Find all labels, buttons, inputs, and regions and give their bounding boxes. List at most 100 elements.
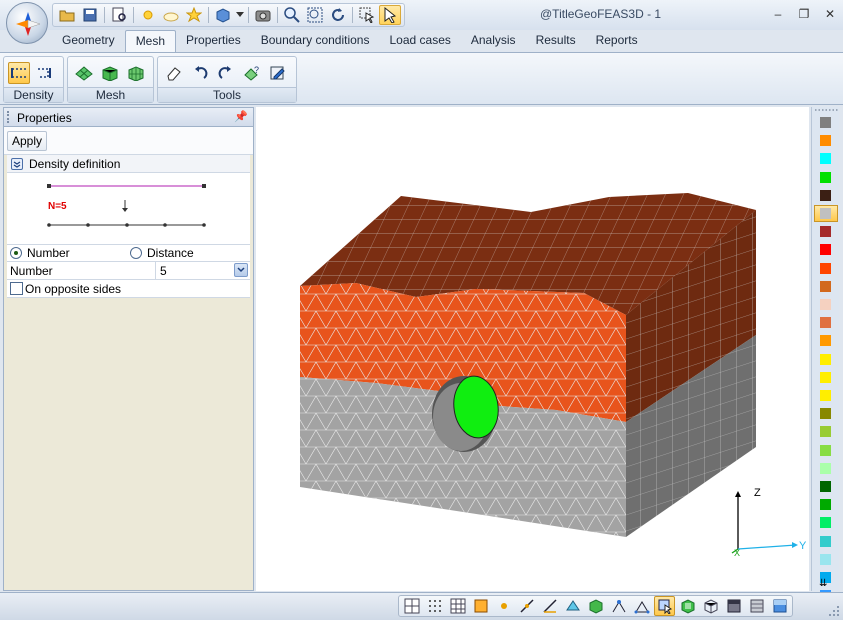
chevron-down-icon[interactable] bbox=[235, 5, 245, 25]
palette-color-swatch[interactable] bbox=[820, 153, 831, 165]
tab-boundary-conditions[interactable]: Boundary conditions bbox=[251, 30, 380, 52]
rotate-icon[interactable] bbox=[327, 5, 349, 25]
ribbon: Density Mesh ? Tools bbox=[0, 52, 843, 105]
palette-color-swatch[interactable] bbox=[820, 171, 831, 183]
application-menu-button[interactable] bbox=[6, 2, 48, 44]
view-cube-icon[interactable] bbox=[212, 5, 234, 25]
palette-color-swatch[interactable] bbox=[820, 299, 831, 310]
palette-color-swatch[interactable] bbox=[820, 280, 831, 292]
view-front-icon[interactable] bbox=[723, 596, 744, 616]
palette-color-swatch[interactable] bbox=[820, 481, 831, 492]
density-edge-icon[interactable] bbox=[34, 62, 56, 84]
snap-solid-icon[interactable] bbox=[585, 596, 606, 616]
zoom-icon[interactable] bbox=[281, 5, 303, 25]
palette-color-swatch[interactable] bbox=[820, 444, 831, 456]
number-select[interactable]: 5 bbox=[155, 262, 249, 279]
palette-color-swatch[interactable] bbox=[820, 371, 831, 383]
3d-viewport[interactable]: Z Y X bbox=[256, 107, 809, 591]
palette-color-swatch[interactable] bbox=[820, 426, 831, 438]
snap-face-icon[interactable] bbox=[562, 596, 583, 616]
drag-grip-icon[interactable] bbox=[7, 111, 10, 123]
mesh-refine-icon[interactable] bbox=[125, 62, 147, 84]
palette-color-swatch[interactable] bbox=[820, 462, 831, 474]
palette-color-swatch[interactable] bbox=[820, 244, 831, 256]
select-window-icon[interactable] bbox=[356, 5, 378, 25]
mesh-edit-icon[interactable] bbox=[267, 62, 289, 84]
select-object-icon[interactable] bbox=[654, 596, 675, 616]
mesh-check-icon[interactable]: ? bbox=[241, 62, 263, 84]
snap-point-icon[interactable] bbox=[493, 596, 514, 616]
minimize-button[interactable]: – bbox=[771, 7, 785, 21]
palette-color-swatch[interactable] bbox=[820, 262, 831, 274]
redo-icon[interactable] bbox=[215, 62, 237, 84]
palette-color-swatch[interactable] bbox=[820, 408, 831, 420]
view-top-icon[interactable] bbox=[746, 596, 767, 616]
select-element-icon[interactable] bbox=[631, 596, 652, 616]
radio-number-label: Number bbox=[27, 246, 70, 260]
apply-button[interactable]: Apply bbox=[7, 131, 47, 151]
palette-color-swatch[interactable] bbox=[820, 499, 831, 511]
star-light-icon[interactable] bbox=[183, 5, 205, 25]
number-value: 5 bbox=[160, 264, 167, 278]
tab-mesh[interactable]: Mesh bbox=[124, 30, 177, 52]
tab-reports[interactable]: Reports bbox=[586, 30, 648, 52]
undo-icon[interactable] bbox=[189, 62, 211, 84]
print-preview-icon[interactable] bbox=[108, 5, 130, 25]
tab-analysis[interactable]: Analysis bbox=[461, 30, 526, 52]
x-axis-label: X bbox=[734, 548, 741, 558]
palette-color-swatch[interactable] bbox=[820, 189, 831, 201]
resize-grip-icon[interactable] bbox=[828, 605, 840, 617]
section-header[interactable]: Density definition bbox=[7, 155, 250, 173]
mesh-solid-icon[interactable] bbox=[99, 62, 121, 84]
palette-color-swatch[interactable] bbox=[820, 553, 831, 565]
sun-light-icon[interactable] bbox=[137, 5, 159, 25]
tab-results[interactable]: Results bbox=[526, 30, 586, 52]
palette-color-swatch[interactable] bbox=[820, 135, 831, 147]
save-icon[interactable] bbox=[79, 5, 101, 25]
title-bar: @TitleGeoFEAS3D - 1 – ❐ ✕ bbox=[0, 0, 843, 30]
pin-icon[interactable]: 📌 bbox=[234, 110, 248, 123]
select-volume-icon[interactable] bbox=[677, 596, 698, 616]
snap-grid-icon[interactable] bbox=[424, 596, 445, 616]
mesh-surface-icon[interactable] bbox=[73, 62, 95, 84]
snap-line-icon[interactable] bbox=[516, 596, 537, 616]
palette-color-swatch[interactable] bbox=[820, 335, 831, 347]
density-count-label: N=5 bbox=[48, 201, 67, 212]
cloud-light-icon[interactable] bbox=[160, 5, 182, 25]
tab-geometry[interactable]: Geometry bbox=[52, 30, 125, 52]
select-mesh-icon[interactable] bbox=[700, 596, 721, 616]
open-folder-icon[interactable] bbox=[56, 5, 78, 25]
palette-color-swatch[interactable] bbox=[820, 208, 831, 219]
opposite-sides-row: On opposite sides bbox=[7, 280, 250, 298]
view-iso-icon[interactable] bbox=[769, 596, 790, 616]
close-button[interactable]: ✕ bbox=[823, 7, 837, 21]
camera-icon[interactable] bbox=[252, 5, 274, 25]
palette-color-swatch[interactable] bbox=[820, 317, 831, 329]
palette-color-swatch[interactable] bbox=[820, 535, 831, 547]
palette-color-swatch[interactable] bbox=[820, 117, 831, 128]
chevron-down-icon[interactable] bbox=[234, 263, 248, 277]
palette-color-swatch[interactable] bbox=[820, 226, 831, 238]
palette-color-swatch[interactable] bbox=[820, 353, 831, 365]
eraser-icon[interactable] bbox=[163, 62, 185, 84]
palette-more-icon[interactable]: ⇊ bbox=[819, 578, 827, 589]
radio-number[interactable] bbox=[10, 247, 22, 259]
pointer-icon[interactable] bbox=[379, 5, 401, 25]
tab-load-cases[interactable]: Load cases bbox=[379, 30, 460, 52]
restore-button[interactable]: ❐ bbox=[797, 7, 811, 21]
layout-icon[interactable] bbox=[401, 596, 422, 616]
radio-distance-label: Distance bbox=[147, 246, 194, 260]
select-node-icon[interactable] bbox=[608, 596, 629, 616]
color-palette: ⇊ bbox=[811, 107, 839, 602]
palette-color-swatch[interactable] bbox=[820, 517, 831, 529]
zoom-window-icon[interactable] bbox=[304, 5, 326, 25]
palette-color-swatch[interactable] bbox=[820, 390, 831, 401]
snap-edge-icon[interactable] bbox=[539, 596, 560, 616]
grid-icon[interactable] bbox=[447, 596, 468, 616]
opposite-sides-checkbox[interactable] bbox=[10, 282, 23, 295]
density-line-icon[interactable] bbox=[8, 62, 30, 84]
snap-object-icon[interactable] bbox=[470, 596, 491, 616]
radio-distance[interactable] bbox=[130, 247, 142, 259]
tab-properties[interactable]: Properties bbox=[176, 30, 251, 52]
collapse-icon[interactable] bbox=[11, 158, 23, 170]
